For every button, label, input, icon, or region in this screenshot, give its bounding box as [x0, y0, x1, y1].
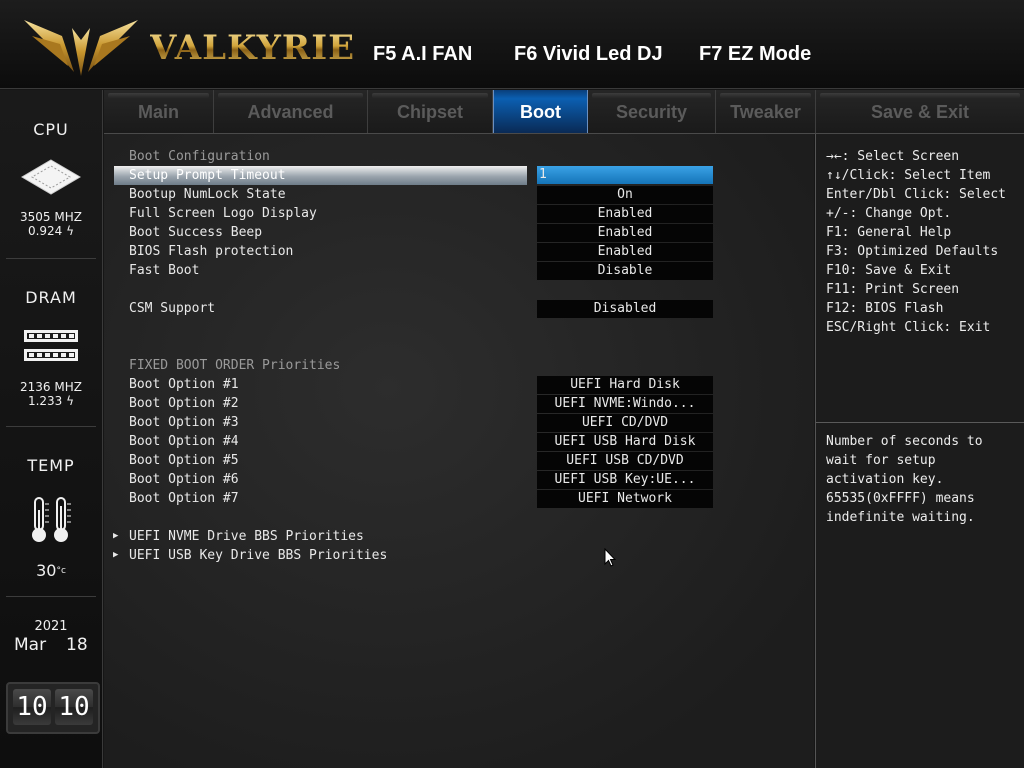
setting-boot-option-2[interactable]: Boot Option #2 [129, 394, 239, 413]
help-key-line: ↑↓/Click: Select Item [826, 168, 991, 183]
help-key-line: →←: Select Screen [826, 149, 960, 164]
value-boot-option-4[interactable]: UEFI USB Hard Disk [537, 433, 713, 451]
help-panel: →←: Select Screen ↑↓/Click: Select Item … [815, 134, 1024, 768]
setting-full-screen-logo-display[interactable]: Full Screen Logo Display [129, 204, 317, 223]
cpu-frequency: 3505 MHZ [20, 210, 82, 224]
clock-hour: 10 [13, 689, 51, 725]
help-description-line: 65535(0xFFFF) means [826, 491, 975, 506]
cpu-voltage-bolt-icon: ϟ [66, 224, 75, 238]
help-description-line: wait for setup [826, 453, 936, 468]
help-description-line: indefinite waiting. [826, 510, 975, 525]
degree-celsius-icon: °c [56, 566, 66, 576]
tab-save-exit[interactable]: Save & Exit [816, 90, 1024, 133]
help-key-line: F3: Optimized Defaults [826, 244, 999, 259]
temperature-value: 30 [36, 561, 57, 580]
submenu-uefi-usb-key-drive-bbs-priorities[interactable]: UEFI USB Key Drive BBS Priorities [129, 546, 387, 565]
setting-setup-prompt-timeout[interactable]: Setup Prompt Timeout [114, 166, 527, 185]
help-key-line: F11: Print Screen [826, 282, 960, 297]
dram-voltage-bolt-icon: ϟ [66, 394, 75, 408]
date-day: 18 [66, 635, 88, 655]
help-description-line: activation key. [826, 472, 944, 487]
setting-boot-option-7[interactable]: Boot Option #7 [129, 489, 239, 508]
thermometer-icon [32, 497, 71, 542]
setting-fast-boot[interactable]: Fast Boot [129, 261, 199, 280]
setting-boot-option-5[interactable]: Boot Option #5 [129, 451, 239, 470]
clock-minute: 10 [55, 689, 93, 725]
value-boot-option-3[interactable]: UEFI CD/DVD [537, 414, 713, 432]
hotkey-ez-mode[interactable]: F7 EZ Mode [699, 43, 811, 66]
value-boot-option-5[interactable]: UEFI USB CD/DVD [537, 452, 713, 470]
value-boot-option-1[interactable]: UEFI Hard Disk [537, 376, 713, 394]
value-boot-option-7[interactable]: UEFI Network [537, 490, 713, 508]
value-csm-support[interactable]: Disabled [537, 300, 713, 318]
help-key-line: F10: Save & Exit [826, 263, 952, 278]
value-boot-option-2[interactable]: UEFI NVME:Windo... [537, 395, 713, 413]
date-year: 2021 [34, 619, 68, 634]
tab-tweaker[interactable]: Tweaker [716, 90, 816, 133]
boot-settings-panel: Boot Configuration Setup Prompt Timeout … [104, 134, 814, 768]
setting-bios-flash-protection[interactable]: BIOS Flash protection [129, 242, 293, 261]
help-divider [816, 422, 1024, 423]
setting-boot-option-6[interactable]: Boot Option #6 [129, 470, 239, 489]
tab-chipset[interactable]: Chipset [368, 90, 493, 133]
submenu-arrow-icon: ▶ [113, 531, 119, 541]
setting-boot-option-4[interactable]: Boot Option #4 [129, 432, 239, 451]
tab-advanced[interactable]: Advanced [214, 90, 368, 133]
help-key-line: Enter/Dbl Click: Select [826, 187, 1007, 202]
setting-boot-option-3[interactable]: Boot Option #3 [129, 413, 239, 432]
cpu-section: CPU [0, 120, 102, 139]
cpu-label: CPU [33, 120, 69, 139]
setting-boot-success-beep[interactable]: Boot Success Beep [129, 223, 262, 242]
menu-tab-bar: Main Advanced Chipset Boot Security Twea… [104, 90, 1024, 134]
help-key-line: ESC/Right Click: Exit [826, 320, 991, 335]
setting-bootup-numlock-state[interactable]: Bootup NumLock State [129, 185, 286, 204]
value-setup-prompt-timeout[interactable]: 1 [537, 166, 713, 184]
submenu-arrow-icon: ▶ [113, 550, 119, 560]
tab-main[interactable]: Main [104, 90, 214, 133]
brand-name: VALKYRIE [150, 28, 356, 68]
mouse-pointer-icon [604, 548, 616, 567]
setting-csm-support[interactable]: CSM Support [129, 299, 215, 318]
help-description-line: Number of seconds to [826, 434, 983, 449]
flip-clock: 10 10 [6, 682, 100, 734]
hotkey-ai-fan[interactable]: F5 A.I FAN [373, 43, 472, 66]
date-month: Mar [14, 635, 47, 655]
dram-label: DRAM [25, 288, 77, 307]
help-key-line: F12: BIOS Flash [826, 301, 944, 316]
dram-frequency: 2136 MHZ [20, 380, 82, 394]
section-title-boot-configuration: Boot Configuration [129, 149, 270, 164]
cpu-voltage: 0.924 [27, 224, 63, 238]
system-status-sidebar: CPU 3505 MHZ 0.924 ϟ DRAM 2136 MHZ 1.233… [0, 90, 103, 768]
tab-security[interactable]: Security [588, 90, 716, 133]
value-full-screen-logo-display[interactable]: Enabled [537, 205, 713, 223]
value-bios-flash-protection[interactable]: Enabled [537, 243, 713, 261]
valkyrie-wings-logo [24, 20, 138, 76]
setting-boot-option-1[interactable]: Boot Option #1 [129, 375, 239, 394]
value-bootup-numlock-state[interactable]: On [537, 186, 713, 204]
dram-module-icon [24, 330, 78, 361]
value-boot-success-beep[interactable]: Enabled [537, 224, 713, 242]
temp-label: TEMP [27, 456, 75, 475]
section-title-fixed-boot-order: FIXED BOOT ORDER Priorities [129, 358, 341, 373]
help-key-line: F1: General Help [826, 225, 952, 240]
cpu-chip-icon [21, 159, 81, 195]
help-key-line: +/-: Change Opt. [826, 206, 952, 221]
tab-boot[interactable]: Boot [493, 90, 588, 133]
value-fast-boot[interactable]: Disable [537, 262, 713, 280]
submenu-uefi-nvme-drive-bbs-priorities[interactable]: UEFI NVME Drive BBS Priorities [129, 527, 364, 546]
dram-voltage: 1.233 [27, 394, 63, 408]
value-boot-option-6[interactable]: UEFI USB Key:UE... [537, 471, 713, 489]
hotkey-vivid-led-dj[interactable]: F6 Vivid Led DJ [514, 43, 663, 66]
header-bar: VALKYRIE F5 A.I FAN F6 Vivid Led DJ F7 E… [0, 0, 1024, 89]
